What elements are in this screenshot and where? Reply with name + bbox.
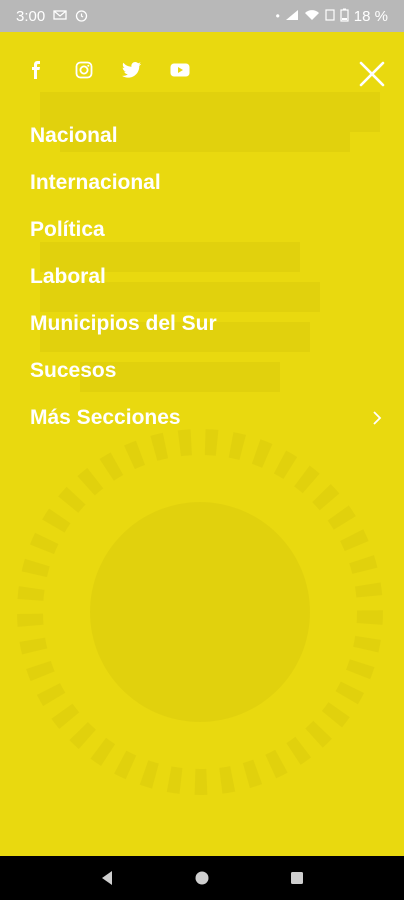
social-links	[26, 60, 190, 80]
menu-item-nacional[interactable]: Nacional	[30, 112, 384, 159]
close-button[interactable]	[358, 60, 386, 88]
menu-item-label: Municipios del Sur	[30, 311, 217, 335]
menu-item-label: Nacional	[30, 123, 118, 147]
dot-icon: •	[275, 9, 280, 23]
battery-icon	[340, 8, 349, 24]
facebook-icon[interactable]	[26, 60, 46, 80]
recents-button[interactable]	[285, 866, 309, 890]
back-button[interactable]	[95, 866, 119, 890]
menu-item-label: Sucesos	[30, 358, 117, 382]
chevron-right-icon	[373, 410, 382, 425]
menu-item-label: Más Secciones	[30, 405, 181, 429]
menu-item-internacional[interactable]: Internacional	[30, 159, 384, 206]
close-icon	[359, 61, 385, 87]
wifi-icon	[304, 9, 320, 23]
alarm-icon	[75, 9, 88, 24]
menu-item-politica[interactable]: Política	[30, 206, 384, 253]
menu-item-sucesos[interactable]: Sucesos	[30, 347, 384, 394]
status-time: 3:00	[16, 7, 46, 25]
youtube-icon[interactable]	[170, 60, 190, 80]
menu-item-laboral[interactable]: Laboral	[30, 253, 384, 300]
battery-percent: 18 %	[353, 7, 388, 25]
lte-icon	[325, 9, 335, 23]
menu-item-municipios-del-sur[interactable]: Municipios del Sur	[30, 300, 384, 347]
section-menu: Nacional Internacional Política Laboral …	[30, 112, 384, 441]
recents-icon	[290, 872, 303, 884]
back-icon	[102, 871, 113, 885]
twitter-icon[interactable]	[122, 60, 142, 80]
home-button[interactable]	[190, 866, 214, 890]
instagram-icon[interactable]	[74, 60, 94, 80]
menu-item-label: Laboral	[30, 264, 106, 288]
home-icon	[195, 871, 209, 885]
menu-item-label: Política	[30, 217, 105, 241]
status-bar: 3:00 • 18 %	[0, 0, 404, 32]
system-nav-bar	[0, 856, 404, 900]
mail-icon	[53, 10, 67, 22]
menu-item-mas-secciones[interactable]: Más Secciones	[30, 394, 384, 441]
signal-icon	[285, 9, 299, 23]
navigation-drawer: Nacional Internacional Política Laboral …	[0, 32, 404, 856]
menu-item-label: Internacional	[30, 170, 161, 194]
